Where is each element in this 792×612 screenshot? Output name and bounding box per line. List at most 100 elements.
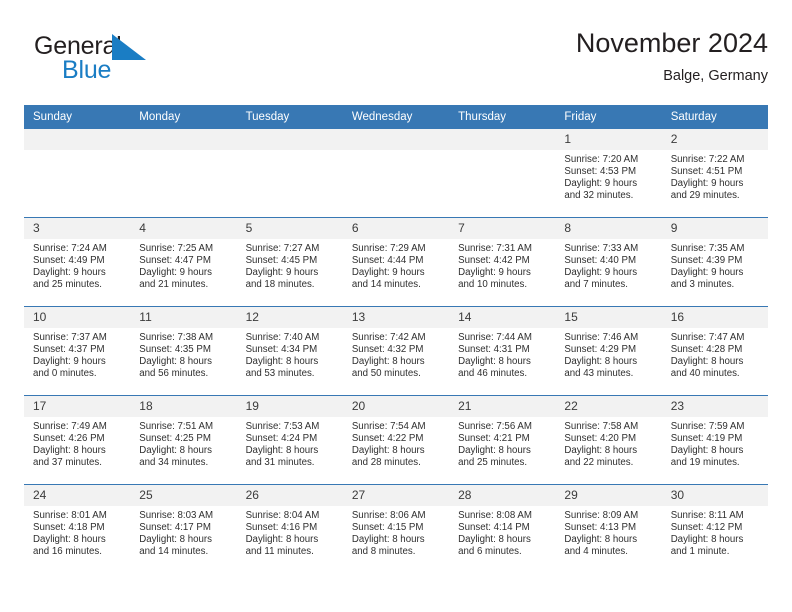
- sun-info: Sunrise: 7:33 AM Sunset: 4:40 PM Daylight:…: [555, 239, 661, 291]
- sunrise-text: Sunrise: 8:09 AM: [564, 510, 639, 521]
- day-cell: 12 Sunrise: 7:40 AM Sunset: 4:34 PM Dayligh…: [236, 307, 343, 395]
- calendar-cell-day-1[interactable]: 1 Sunrise: 7:20 AM Sunset: 4:53 PM Daylight…: [555, 129, 662, 218]
- calendar-cell-day-12[interactable]: 12 Sunrise: 7:40 AM Sunset: 4:34 PM Dayligh…: [236, 306, 343, 396]
- calendar-cell-day-23[interactable]: 23 Sunrise: 7:59 AM Sunset: 4:19 PM Dayligh…: [661, 395, 768, 485]
- sunset-text: Sunset: 4:25 PM: [139, 433, 211, 445]
- calendar-week-row: 3 Sunrise: 7:24 AM Sunset: 4:49 PM Daylight…: [24, 217, 768, 307]
- calendar-cell-day-8[interactable]: 8 Sunrise: 7:33 AM Sunset: 4:40 PM Daylight…: [555, 217, 662, 307]
- sunrise-text: Sunrise: 7:58 AM: [564, 421, 639, 432]
- sun-info: Sunrise: 7:40 AM Sunset: 4:34 PM Daylight:…: [237, 328, 343, 380]
- daylight-text-line1: Daylight: 8 hours: [139, 534, 212, 546]
- calendar-cell-day-11[interactable]: 11 Sunrise: 7:38 AM Sunset: 4:35 PM Dayligh…: [130, 306, 237, 396]
- sunset-text: Sunset: 4:44 PM: [351, 255, 424, 267]
- daylight-text-line2: and 31 minutes.: [245, 457, 315, 469]
- calendar-cell-day-4[interactable]: 4 Sunrise: 7:25 AM Sunset: 4:47 PM Daylight…: [130, 217, 237, 307]
- day-cell: [236, 129, 343, 217]
- calendar-cell-day-9[interactable]: 9 Sunrise: 7:35 AM Sunset: 4:39 PM Daylight…: [661, 217, 768, 307]
- calendar-cell-day-14[interactable]: 14 Sunrise: 7:44 AM Sunset: 4:31 PM Dayligh…: [449, 306, 556, 396]
- calendar-cell-day-30[interactable]: 30 Sunrise: 8:11 AM Sunset: 4:12 PM Dayligh…: [661, 484, 768, 573]
- calendar-cell-day-13[interactable]: 13 Sunrise: 7:42 AM Sunset: 4:32 PM Dayligh…: [342, 306, 450, 396]
- calendar-cell-day-25[interactable]: 25 Sunrise: 8:03 AM Sunset: 4:17 PM Dayligh…: [130, 484, 237, 573]
- day-cell: 11 Sunrise: 7:38 AM Sunset: 4:35 PM Dayligh…: [130, 307, 237, 395]
- blue-triangle-icon: [112, 34, 146, 60]
- daylight-text-line1: Daylight: 8 hours: [245, 534, 319, 546]
- calendar-cell-day-27[interactable]: 27 Sunrise: 8:06 AM Sunset: 4:15 PM Dayligh…: [342, 484, 450, 573]
- calendar-cell-day-21[interactable]: 21 Sunrise: 7:56 AM Sunset: 4:21 PM Dayligh…: [449, 395, 556, 485]
- calendar-cell-day-29[interactable]: 29 Sunrise: 8:09 AM Sunset: 4:13 PM Dayligh…: [555, 484, 662, 573]
- daylight-text-line2: and 11 minutes.: [245, 546, 314, 558]
- calendar-cell-day-2[interactable]: 2 Sunrise: 7:22 AM Sunset: 4:51 PM Daylight…: [661, 129, 768, 218]
- sunrise-text: Sunrise: 7:25 AM: [139, 243, 214, 254]
- sunrise-text: Sunrise: 7:37 AM: [33, 332, 107, 343]
- sunrise-text: Sunrise: 7:22 AM: [670, 154, 745, 165]
- daylight-text-line2: and 43 minutes.: [564, 368, 634, 380]
- sunset-text: Sunset: 4:16 PM: [245, 522, 318, 534]
- daylight-text-line1: Daylight: 8 hours: [564, 356, 638, 368]
- day-cell: [24, 129, 131, 217]
- calendar-cell-day-5[interactable]: 5 Sunrise: 7:27 AM Sunset: 4:45 PM Daylight…: [236, 217, 343, 307]
- daylight-text-line1: Daylight: 8 hours: [351, 356, 425, 368]
- daylight-text-line2: and 16 minutes.: [33, 546, 102, 558]
- daylight-text-line1: Daylight: 8 hours: [139, 445, 212, 457]
- calendar-cell-day-19[interactable]: 19 Sunrise: 7:53 AM Sunset: 4:24 PM Dayligh…: [236, 395, 343, 485]
- day-cell: 30 Sunrise: 8:11 AM Sunset: 4:12 PM Dayligh…: [661, 485, 768, 573]
- day-cell: 27 Sunrise: 8:06 AM Sunset: 4:15 PM Dayligh…: [342, 485, 450, 573]
- daylight-text-line1: Daylight: 9 hours: [670, 267, 744, 279]
- calendar-cell-day-7[interactable]: 7 Sunrise: 7:31 AM Sunset: 4:42 PM Daylight…: [449, 217, 556, 307]
- sun-info: Sunrise: 7:25 AM Sunset: 4:47 PM Daylight:…: [130, 239, 236, 291]
- day-number: 30: [661, 485, 768, 506]
- day-number: 19: [236, 396, 343, 417]
- sun-info: Sunrise: 8:04 AM Sunset: 4:16 PM Daylight:…: [237, 506, 343, 558]
- sunrise-text: Sunrise: 8:11 AM: [670, 510, 744, 521]
- sunset-text: Sunset: 4:32 PM: [351, 344, 424, 356]
- day-cell: 28 Sunrise: 8:08 AM Sunset: 4:14 PM Dayligh…: [449, 485, 556, 573]
- sun-info: Sunrise: 7:20 AM Sunset: 4:53 PM Daylight:…: [555, 150, 661, 202]
- daylight-text-line2: and 1 minute.: [670, 546, 730, 558]
- daylight-text-line2: and 14 minutes.: [351, 279, 421, 291]
- day-number: 5: [236, 218, 343, 239]
- daylight-text-line1: Daylight: 9 hours: [564, 267, 638, 279]
- calendar-cell-day-16[interactable]: 16 Sunrise: 7:47 AM Sunset: 4:28 PM Dayligh…: [661, 306, 768, 396]
- day-cell: 14 Sunrise: 7:44 AM Sunset: 4:31 PM Dayligh…: [449, 307, 556, 395]
- brand-logo[interactable]: General Blue: [34, 32, 234, 90]
- daylight-text-line2: and 40 minutes.: [670, 368, 740, 380]
- daylight-text-line2: and 21 minutes.: [139, 279, 209, 291]
- daylight-text-line1: Daylight: 9 hours: [33, 267, 106, 279]
- page-root: General Blue November 2024 Balge, German…: [0, 0, 792, 612]
- sun-info: Sunrise: 7:38 AM Sunset: 4:35 PM Daylight:…: [130, 328, 236, 380]
- daylight-text-line1: Daylight: 8 hours: [33, 534, 106, 546]
- sunset-text: Sunset: 4:37 PM: [33, 344, 105, 356]
- calendar-cell-day-28[interactable]: 28 Sunrise: 8:08 AM Sunset: 4:14 PM Dayligh…: [449, 484, 556, 573]
- title-block: November 2024 Balge, Germany: [576, 26, 768, 87]
- calendar-cell-day-15[interactable]: 15 Sunrise: 7:46 AM Sunset: 4:29 PM Dayligh…: [555, 306, 662, 396]
- sun-info: Sunrise: 7:31 AM Sunset: 4:42 PM Daylight:…: [449, 239, 555, 291]
- weekday-header-sunday: Sunday: [24, 105, 131, 129]
- calendar-cell-day-6[interactable]: 6 Sunrise: 7:29 AM Sunset: 4:44 PM Daylight…: [342, 217, 450, 307]
- calendar-cell-day-10[interactable]: 10 Sunrise: 7:37 AM Sunset: 4:37 PM Dayligh…: [24, 306, 131, 396]
- calendar-cell-day-24[interactable]: 24 Sunrise: 8:01 AM Sunset: 4:18 PM Dayligh…: [24, 484, 131, 573]
- day-number: 8: [555, 218, 662, 239]
- day-number: 18: [130, 396, 237, 417]
- sun-info: Sunrise: 7:51 AM Sunset: 4:25 PM Daylight:…: [130, 417, 236, 469]
- sunset-text: Sunset: 4:53 PM: [564, 166, 637, 178]
- sun-info: Sunrise: 7:22 AM Sunset: 4:51 PM Daylight:…: [662, 150, 768, 202]
- sunset-text: Sunset: 4:13 PM: [564, 522, 637, 534]
- sunrise-text: Sunrise: 7:31 AM: [458, 243, 532, 254]
- daylight-text-line1: Daylight: 8 hours: [458, 356, 531, 368]
- calendar-cell-day-18[interactable]: 18 Sunrise: 7:51 AM Sunset: 4:25 PM Dayligh…: [130, 395, 237, 485]
- day-cell: 6 Sunrise: 7:29 AM Sunset: 4:44 PM Daylight…: [342, 218, 450, 306]
- day-cell: 29 Sunrise: 8:09 AM Sunset: 4:13 PM Dayligh…: [555, 485, 662, 573]
- weekday-header-wednesday: Wednesday: [342, 105, 450, 129]
- calendar-cell-day-17[interactable]: 17 Sunrise: 7:49 AM Sunset: 4:26 PM Dayligh…: [24, 395, 131, 485]
- calendar-cell-day-20[interactable]: 20 Sunrise: 7:54 AM Sunset: 4:22 PM Dayligh…: [342, 395, 450, 485]
- calendar-cell-day-26[interactable]: 26 Sunrise: 8:04 AM Sunset: 4:16 PM Dayligh…: [236, 484, 343, 573]
- calendar-cell-day-3[interactable]: 3 Sunrise: 7:24 AM Sunset: 4:49 PM Daylight…: [24, 217, 131, 307]
- sun-info: Sunrise: 7:27 AM Sunset: 4:45 PM Daylight:…: [237, 239, 343, 291]
- daylight-text-line2: and 32 minutes.: [564, 190, 634, 202]
- day-number: [449, 129, 556, 150]
- day-number: 26: [236, 485, 343, 506]
- brand-name-blue: Blue: [62, 56, 112, 84]
- sunrise-text: Sunrise: 8:08 AM: [458, 510, 532, 521]
- sun-info: Sunrise: 8:09 AM Sunset: 4:13 PM Daylight:…: [555, 506, 661, 558]
- calendar-cell-day-22[interactable]: 22 Sunrise: 7:58 AM Sunset: 4:20 PM Dayligh…: [555, 395, 662, 485]
